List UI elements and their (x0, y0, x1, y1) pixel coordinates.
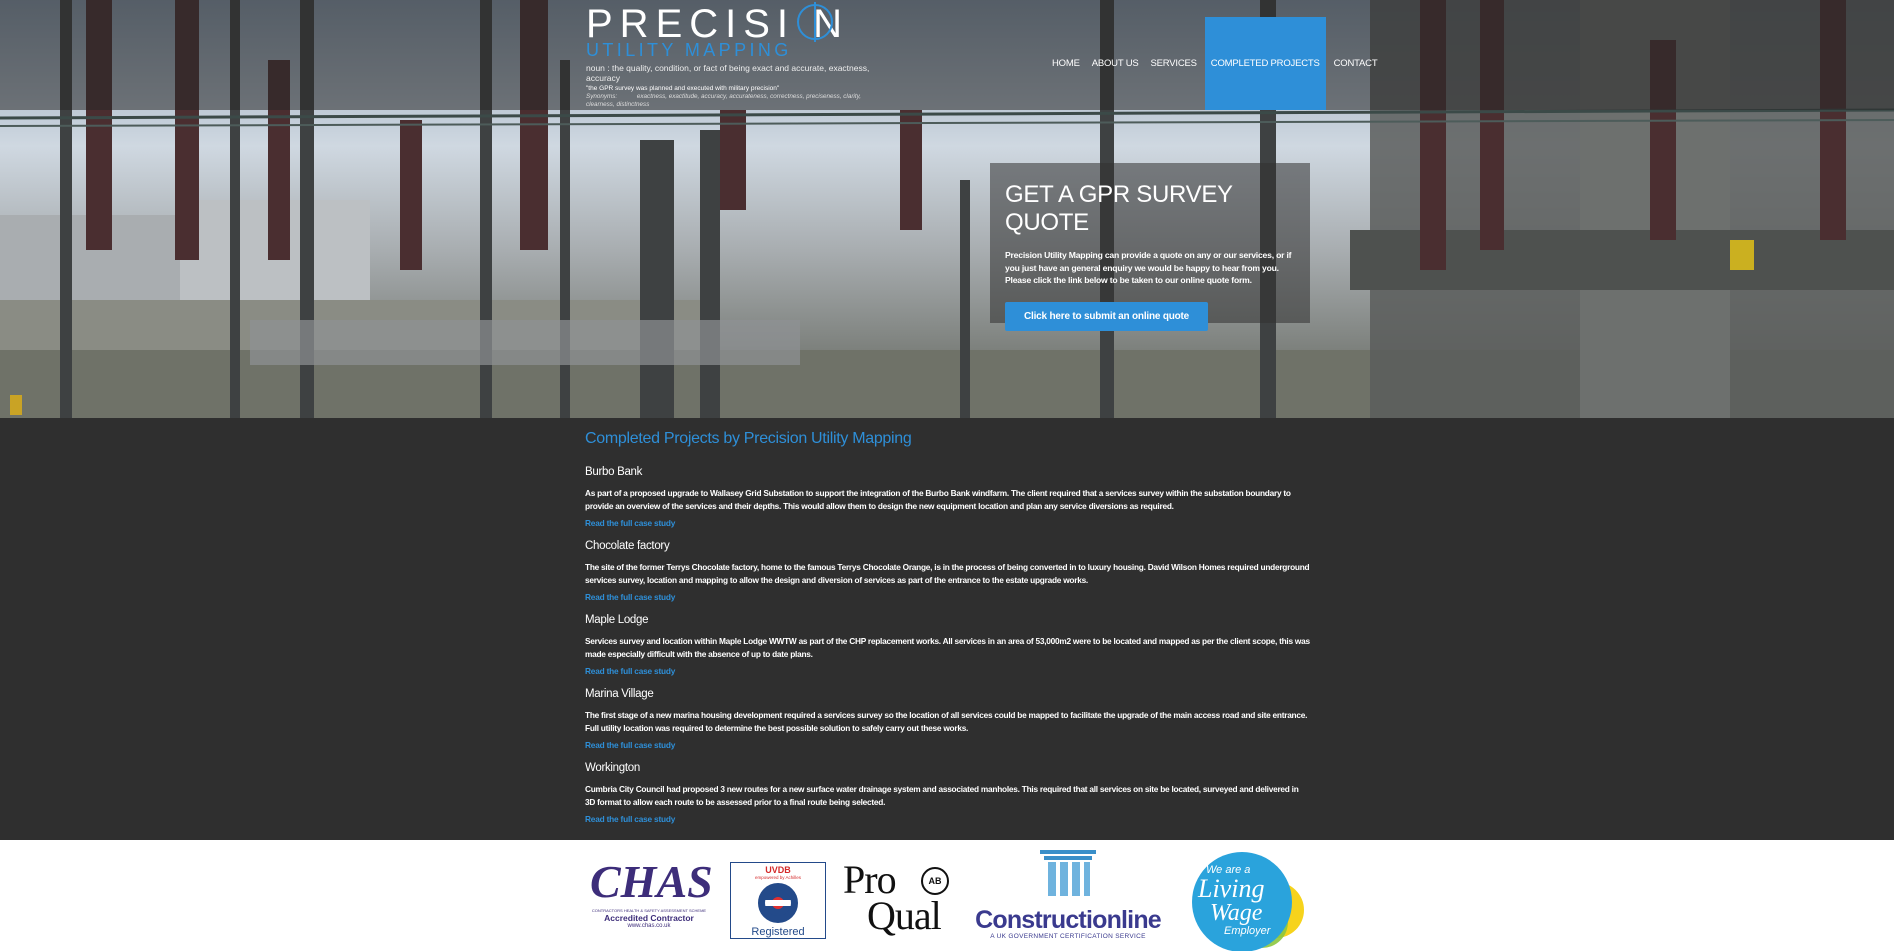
nav-completed-projects[interactable]: COMPLETED PROJECTS (1204, 17, 1326, 110)
logo-synonyms-label: Synonyms: (586, 93, 618, 100)
project-description: The site of the former Terrys Chocolate … (585, 562, 1310, 585)
project-item: Burbo Bank As part of a proposed upgrade… (585, 466, 1310, 531)
case-study-link[interactable]: Read the full case study (585, 592, 675, 602)
site-logo[interactable]: PRECISI N UTILITY MAPPING noun : the qua… (586, 4, 886, 109)
uvdb-registered: Registered (751, 926, 805, 938)
crosshair-icon (797, 2, 833, 42)
nav-home[interactable]: HOME (1046, 17, 1086, 110)
proqual-badge: AB (921, 867, 949, 895)
case-study-link[interactable]: Read the full case study (585, 518, 675, 528)
main-content: Completed Projects by Precision Utility … (585, 430, 1310, 836)
case-study-link[interactable]: Read the full case study (585, 814, 675, 824)
accreditation-footer: CHAS CONTRACTORS HEALTH & SAFETY ASSESSM… (0, 840, 1894, 951)
chas-accredited: Accredited Contractor (604, 913, 694, 923)
uvdb-logo[interactable]: UVDB empowered by Achilles Registered (730, 862, 826, 939)
nav-contact[interactable]: CONTACT (1328, 17, 1384, 110)
project-description: Cumbria City Council had proposed 3 new … (585, 784, 1299, 807)
proqual-qual: Qual (867, 893, 942, 938)
quote-text: Precision Utility Mapping can provide a … (1005, 250, 1292, 285)
chas-wordmark: CHAS (590, 856, 713, 907)
submit-quote-button[interactable]: Click here to submit an online quote (1005, 301, 1209, 331)
constructionline-tagline: A UK GOVERNMENT CERTIFICATION SERVICE (990, 933, 1146, 940)
project-name: Workington (585, 762, 640, 774)
header-band (0, 0, 1894, 110)
project-item: Marina Village The first stage of a new … (585, 688, 1310, 753)
living-wage-line3: Wage (1210, 900, 1263, 926)
logo-definition: noun : the quality, condition, or fact o… (586, 63, 870, 83)
nav-services[interactable]: SERVICES (1145, 17, 1203, 110)
case-study-link[interactable]: Read the full case study (585, 740, 675, 750)
uvdb-roundel-icon (758, 883, 798, 923)
page-title: Completed Projects by Precision Utility … (585, 430, 912, 447)
constructionline-logo[interactable]: Constructionline A UK GOVERNMENT CERTIFI… (970, 850, 1166, 942)
chas-url: www.chas.co.uk (627, 923, 671, 929)
logo-wordmark: PRECISI N (586, 2, 850, 46)
project-item: Chocolate factory The site of the former… (585, 540, 1310, 605)
living-wage-logo[interactable]: We are a Living Wage Employer (1180, 852, 1305, 951)
project-description: As part of a proposed upgrade to Wallase… (585, 488, 1291, 511)
project-description: The first stage of a new marina housing … (585, 710, 1308, 733)
project-name: Burbo Bank (585, 466, 643, 478)
project-description: Services survey and location within Mapl… (585, 636, 1310, 659)
logo-synonyms-text: exactness, exactitude, accuracy, accurat… (586, 93, 862, 108)
pillar-icon (1040, 850, 1096, 896)
main-nav: HOME ABOUT US SERVICES COMPLETED PROJECT… (1046, 17, 1383, 110)
constructionline-name: Constructionline (975, 906, 1162, 934)
quote-title: GET A GPR SURVEY QUOTE (1005, 181, 1233, 236)
quote-panel: GET A GPR SURVEY QUOTE Precision Utility… (990, 163, 1310, 331)
living-wage-line4: Employer (1224, 925, 1271, 937)
project-name: Chocolate factory (585, 540, 670, 552)
nav-about-us[interactable]: ABOUT US (1086, 17, 1145, 110)
logo-synonyms: Synonyms: exactness, exactitude, accurac… (586, 93, 886, 109)
proqual-logo[interactable]: Pro Qual AB (843, 860, 951, 938)
project-item: Workington Cumbria City Council had prop… (585, 762, 1310, 827)
chas-logo[interactable]: CHAS CONTRACTORS HEALTH & SAFETY ASSESSM… (590, 856, 713, 938)
uvdb-title: UVDB (765, 865, 791, 875)
uvdb-subtitle: empowered by Achilles (754, 875, 802, 880)
project-name: Maple Lodge (585, 614, 649, 626)
case-study-link[interactable]: Read the full case study (585, 666, 675, 676)
project-item: Maple Lodge Services survey and location… (585, 614, 1310, 679)
logo-quote: "the GPR survey was planned and executed… (586, 85, 780, 92)
project-name: Marina Village (585, 688, 654, 700)
